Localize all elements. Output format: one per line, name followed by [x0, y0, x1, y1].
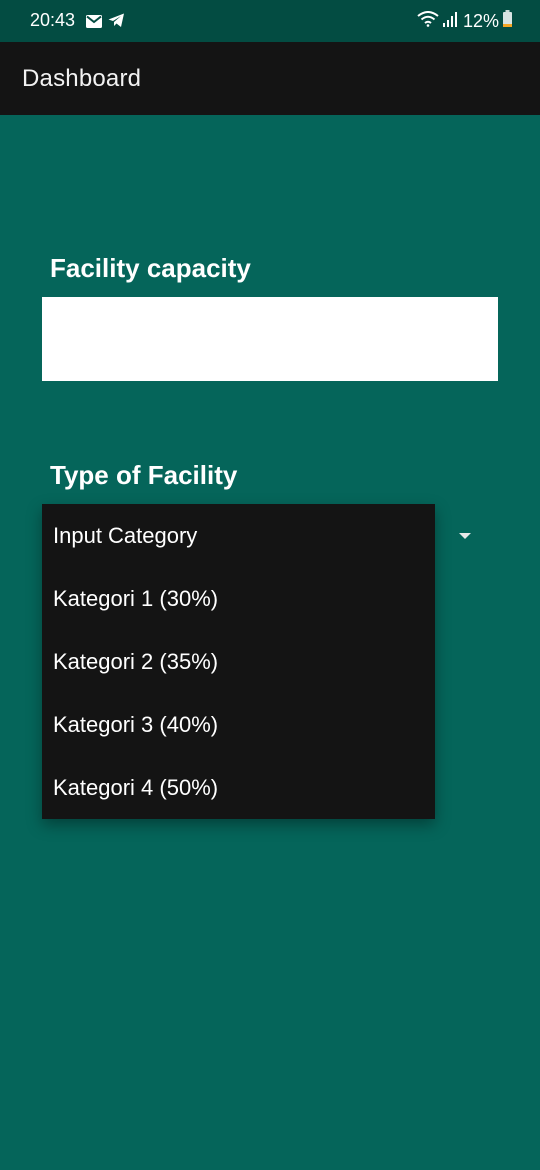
- app-bar: Dashboard: [0, 42, 540, 115]
- signal-icon: [442, 11, 459, 32]
- dropdown-option-kategori-2[interactable]: Kategori 2 (35%): [42, 630, 435, 693]
- dropdown-placeholder-item[interactable]: Input Category: [42, 504, 435, 567]
- facility-type-label: Type of Facility: [50, 460, 238, 490]
- facility-capacity-input[interactable]: [42, 297, 498, 381]
- telegram-icon: [108, 12, 125, 33]
- dropdown-option-kategori-3[interactable]: Kategori 3 (40%): [42, 693, 435, 756]
- status-left-icons: [86, 12, 125, 33]
- dropdown-option-kategori-1[interactable]: Kategori 1 (30%): [42, 567, 435, 630]
- mail-icon: [86, 12, 102, 33]
- dropdown-placeholder-label: Input Category: [53, 523, 198, 548]
- wifi-icon: [417, 10, 439, 32]
- facility-type-dropdown-menu: Input Category Kategori 1 (30%) Kategori…: [42, 504, 435, 819]
- app-title: Dashboard: [22, 65, 142, 92]
- dropdown-option-label: Kategori 3 (40%): [53, 712, 219, 737]
- chevron-down-icon[interactable]: [459, 533, 471, 539]
- battery-icon: [503, 10, 512, 32]
- dropdown-option-label: Kategori 4 (50%): [53, 775, 219, 800]
- dropdown-option-kategori-4[interactable]: Kategori 4 (50%): [42, 756, 435, 819]
- dropdown-option-label: Kategori 1 (30%): [53, 586, 219, 611]
- status-right: 12%: [417, 10, 512, 32]
- battery-text: 12%: [462, 10, 499, 31]
- status-time: 20:43: [30, 10, 76, 30]
- dropdown-option-label: Kategori 2 (35%): [53, 649, 219, 674]
- status-bar: 20:43 12%: [0, 0, 540, 42]
- facility-capacity-label: Facility capacity: [50, 253, 251, 283]
